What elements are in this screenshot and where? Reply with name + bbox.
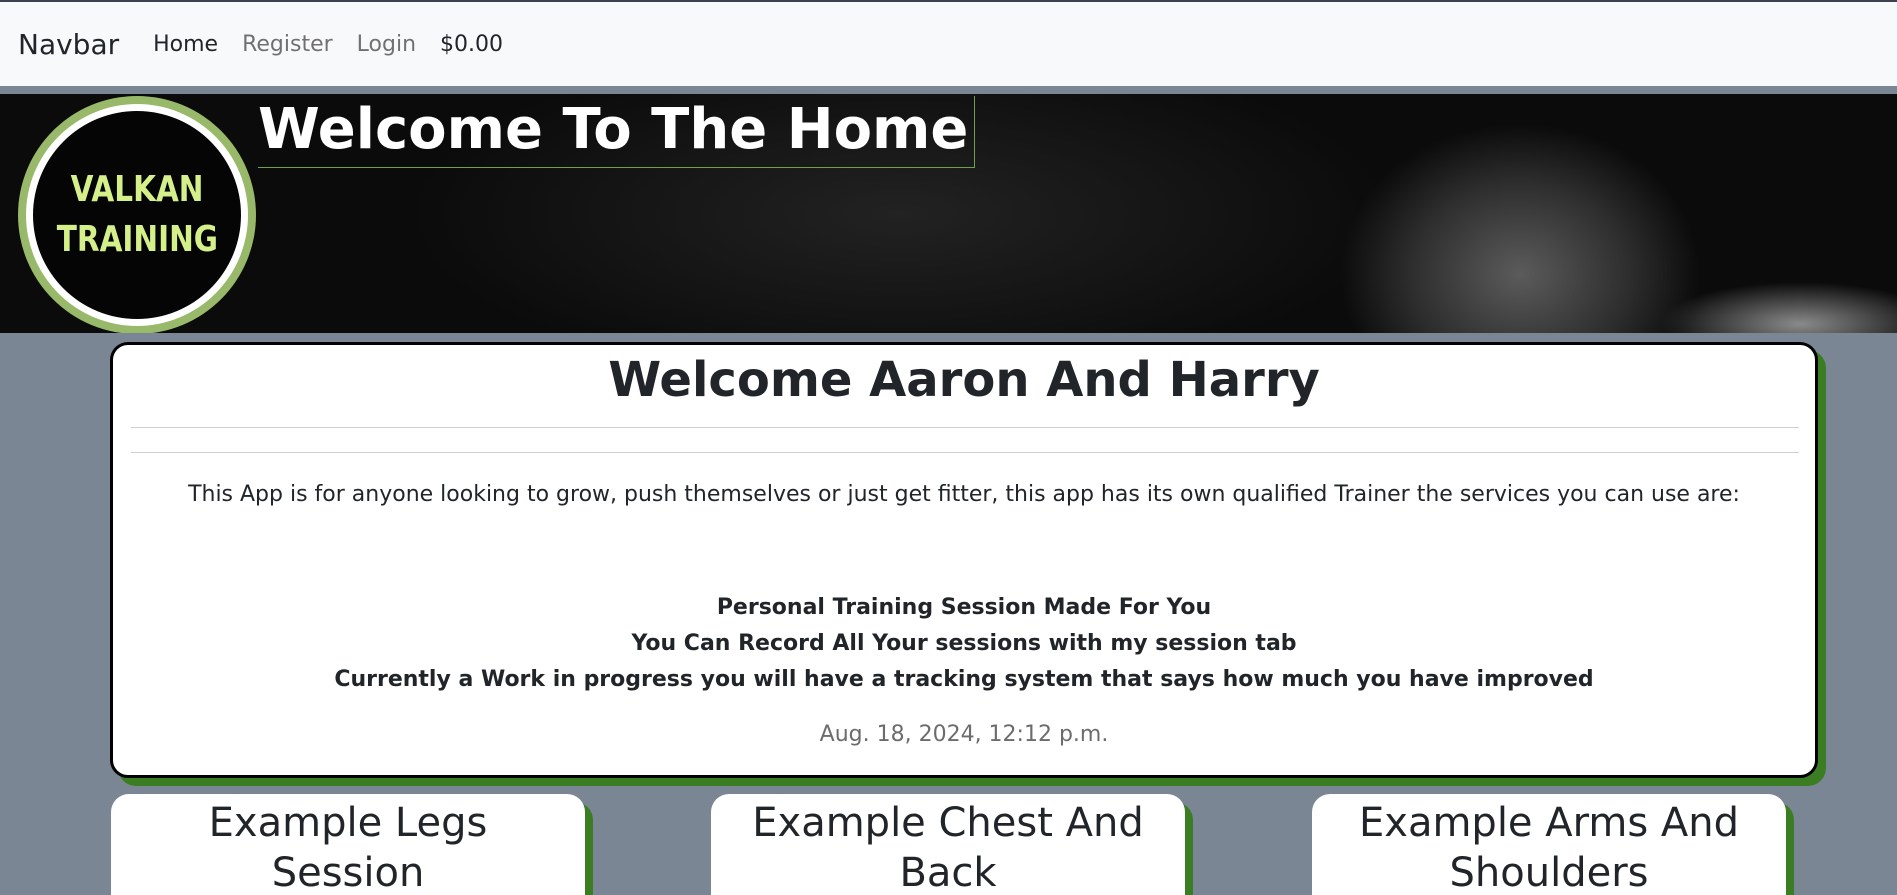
hero-banner: VALKAN TRAINING Welcome To The Home — [0, 94, 1897, 333]
hero-title: Welcome To The Home — [258, 96, 976, 168]
nav-links: Home Register Login $0.00 — [153, 32, 527, 57]
session-card-title: Example Legs Session — [208, 800, 488, 895]
intro-text: This App is for anyone looking to grow, … — [188, 482, 1740, 507]
logo-line-1: VALKAN — [70, 169, 204, 210]
service-item: You Can Record All Your sessions with my… — [631, 631, 1297, 656]
nav-link-login[interactable]: Login — [357, 32, 416, 57]
valkan-training-logo: VALKAN TRAINING — [18, 96, 256, 333]
session-card-title: Example Chest And Back — [752, 800, 1144, 895]
nav-link-home[interactable]: Home — [153, 32, 218, 57]
welcome-card: Welcome Aaron And Harry This App is for … — [110, 342, 1818, 778]
service-item: Personal Training Session Made For You — [716, 595, 1212, 620]
navbar: Navbar Home Register Login $0.00 — [0, 2, 1897, 86]
nav-link-register[interactable]: Register — [242, 32, 333, 57]
session-card-title: Example Arms And Shoulders — [1359, 800, 1739, 895]
session-card-legs[interactable]: Example Legs Session — [111, 794, 585, 895]
welcome-title: Welcome Aaron And Harry — [608, 352, 1320, 408]
navbar-brand[interactable]: Navbar — [18, 28, 119, 61]
session-card-chest-back[interactable]: Example Chest And Back — [711, 794, 1185, 895]
service-item: Currently a Work in progress you will ha… — [334, 667, 1594, 692]
logo-line-2: TRAINING — [56, 219, 218, 260]
divider — [131, 452, 1799, 453]
divider — [131, 427, 1799, 428]
post-date: Aug. 18, 2024, 12:12 p.m. — [819, 722, 1109, 747]
session-card-arms-shoulders[interactable]: Example Arms And Shoulders — [1312, 794, 1786, 895]
services-list: Personal Training Session Made For You Y… — [113, 590, 1815, 698]
nav-link-cart-total[interactable]: $0.00 — [440, 32, 503, 57]
